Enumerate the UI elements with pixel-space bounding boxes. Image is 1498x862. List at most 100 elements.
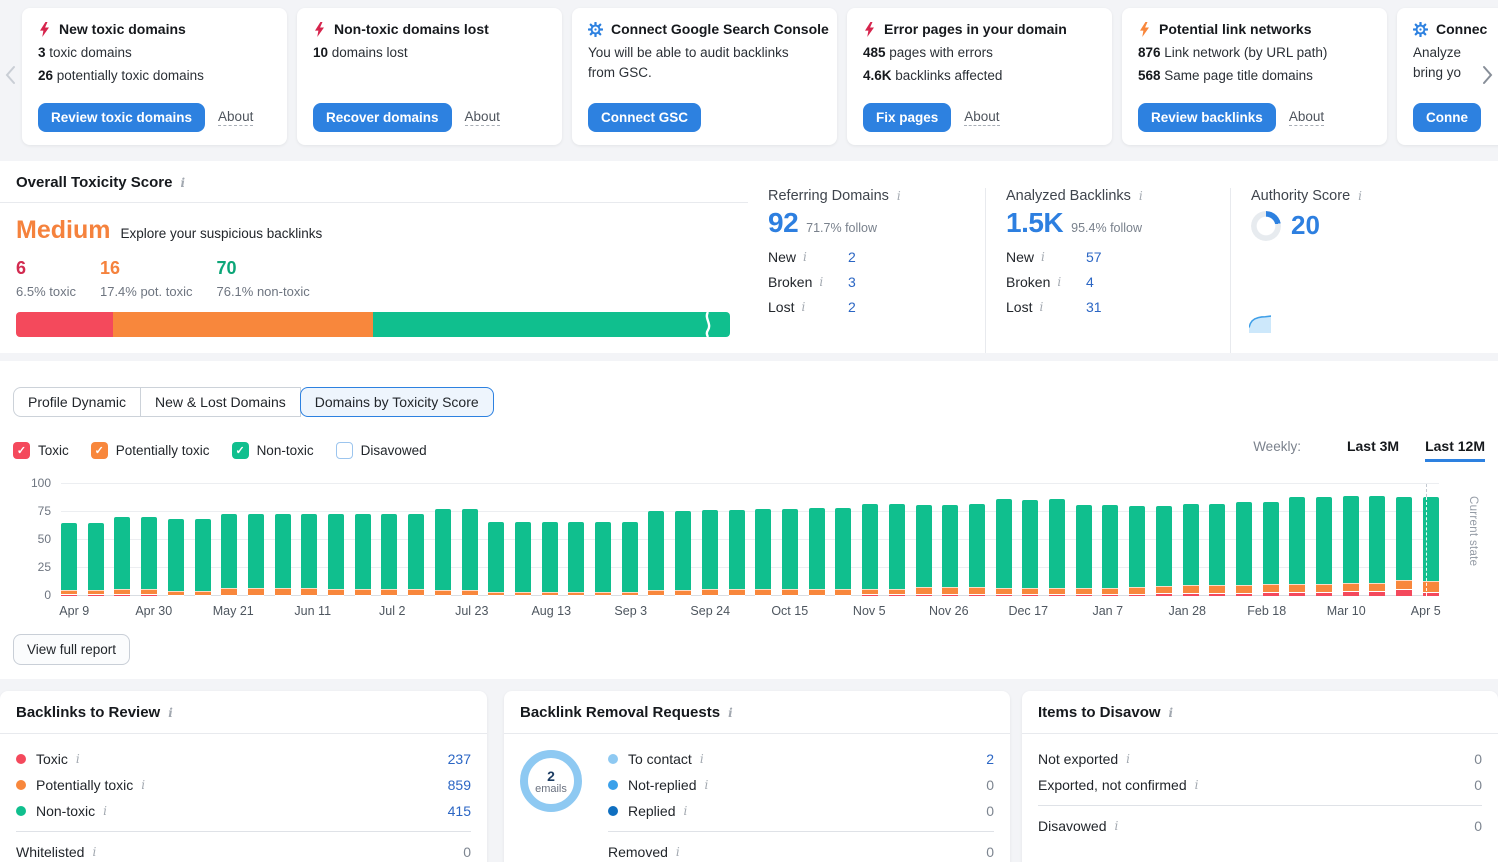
chart-bar[interactable] xyxy=(1236,502,1252,596)
chart-bar[interactable] xyxy=(969,504,985,596)
chart-bar[interactable] xyxy=(568,522,584,596)
info-icon[interactable]: i xyxy=(802,251,808,263)
chart-bar[interactable] xyxy=(328,514,344,596)
chart-bar[interactable] xyxy=(301,514,317,596)
info-icon[interactable]: i xyxy=(1113,820,1119,832)
chart-bar[interactable] xyxy=(1343,496,1359,596)
chart-bar[interactable] xyxy=(916,505,932,596)
info-icon[interactable]: i xyxy=(91,846,97,858)
chart-bar[interactable] xyxy=(1183,504,1199,596)
period-option-last-12m[interactable]: Last 12M xyxy=(1425,438,1485,462)
legend-checkbox-potentially-toxic[interactable]: ✓Potentially toxic xyxy=(91,442,210,459)
chart-bar[interactable] xyxy=(675,511,691,596)
info-icon[interactable]: i xyxy=(179,177,186,189)
info-icon[interactable]: i xyxy=(699,753,705,765)
chart-bar[interactable] xyxy=(1022,500,1038,596)
chart-bar[interactable] xyxy=(622,522,638,596)
chart-bar[interactable] xyxy=(141,517,157,597)
chart-bar[interactable] xyxy=(488,522,504,596)
info-icon[interactable]: i xyxy=(703,779,709,791)
chart-bar[interactable] xyxy=(996,499,1012,596)
info-icon[interactable]: i xyxy=(1138,190,1144,202)
info-icon[interactable]: i xyxy=(1040,251,1046,263)
chart-bar[interactable] xyxy=(114,517,130,597)
carousel-prev-button[interactable] xyxy=(1,62,19,88)
alert-card-action-button[interactable]: Conne xyxy=(1413,103,1481,132)
tab-domains-by-toxicity-score[interactable]: Domains by Toxicity Score xyxy=(300,387,494,417)
chart-bar[interactable] xyxy=(862,504,878,596)
chart-bar[interactable] xyxy=(515,522,531,596)
chart-bar[interactable] xyxy=(1209,504,1225,596)
info-icon[interactable]: i xyxy=(1168,707,1175,719)
chart-bar[interactable] xyxy=(221,514,237,596)
info-icon[interactable]: i xyxy=(140,779,146,791)
alert-card-action-button[interactable]: Connect GSC xyxy=(588,103,701,132)
info-icon[interactable]: i xyxy=(675,846,681,858)
metric-value-link[interactable]: 31 xyxy=(1086,299,1102,315)
chart-bar[interactable] xyxy=(542,522,558,596)
about-link[interactable]: About xyxy=(964,109,999,126)
chart-bar[interactable] xyxy=(462,509,478,596)
chart-bar[interactable] xyxy=(275,514,291,596)
tab-new-lost-domains[interactable]: New & Lost Domains xyxy=(140,387,301,417)
chart-bar[interactable] xyxy=(88,523,104,596)
row-value[interactable]: 859 xyxy=(448,777,471,793)
row-value[interactable]: 237 xyxy=(448,751,471,767)
chart-bar[interactable] xyxy=(835,508,851,596)
chart-bar[interactable] xyxy=(809,508,825,596)
info-icon[interactable]: i xyxy=(75,753,81,765)
chart-bar[interactable] xyxy=(889,504,905,596)
tab-profile-dynamic[interactable]: Profile Dynamic xyxy=(13,387,141,417)
chart-bar[interactable] xyxy=(1396,497,1412,596)
chart-bar[interactable] xyxy=(702,510,718,596)
info-icon[interactable]: i xyxy=(1056,276,1062,288)
info-icon[interactable]: i xyxy=(818,276,824,288)
chart-bar[interactable] xyxy=(1076,505,1092,596)
chart-bar[interactable] xyxy=(408,514,424,596)
chart-bar[interactable] xyxy=(1102,505,1118,596)
metric-value-link[interactable]: 3 xyxy=(848,274,856,290)
info-icon[interactable]: i xyxy=(167,707,174,719)
alert-card-action-button[interactable]: Fix pages xyxy=(863,103,951,132)
chart-bar[interactable] xyxy=(1263,502,1279,596)
about-link[interactable]: About xyxy=(465,109,500,126)
about-link[interactable]: About xyxy=(218,109,253,126)
info-icon[interactable]: i xyxy=(727,707,734,719)
chart-bar[interactable] xyxy=(435,509,451,596)
chart-bar[interactable] xyxy=(1129,506,1145,596)
metric-value-link[interactable]: 2 xyxy=(848,249,856,265)
chart-bar[interactable] xyxy=(648,511,664,596)
chart-bar[interactable] xyxy=(595,522,611,596)
metric-value-link[interactable]: 57 xyxy=(1086,249,1102,265)
metric-value-link[interactable]: 4 xyxy=(1086,274,1094,290)
info-icon[interactable]: i xyxy=(1357,190,1363,202)
chart-bar[interactable] xyxy=(248,514,264,596)
chart-bar[interactable] xyxy=(1289,497,1305,596)
carousel-next-button[interactable] xyxy=(1478,62,1496,88)
period-option-last-3m[interactable]: Last 3M xyxy=(1347,438,1399,462)
chart-bar[interactable] xyxy=(729,510,745,596)
chart-bar[interactable] xyxy=(381,514,397,596)
info-icon[interactable]: i xyxy=(682,805,688,817)
legend-checkbox-disavowed[interactable]: Disavowed xyxy=(336,442,427,459)
chart-bar[interactable] xyxy=(168,519,184,596)
chart-bar[interactable] xyxy=(1049,499,1065,596)
chart-bar[interactable] xyxy=(195,519,211,596)
info-icon[interactable]: i xyxy=(896,190,902,202)
legend-checkbox-toxic[interactable]: ✓Toxic xyxy=(13,442,69,459)
info-icon[interactable]: i xyxy=(102,805,108,817)
about-link[interactable]: About xyxy=(1289,109,1324,126)
info-icon[interactable]: i xyxy=(800,301,806,313)
chart-bar[interactable] xyxy=(1369,496,1385,596)
chart-bar[interactable] xyxy=(355,514,371,596)
view-full-report-button[interactable]: View full report xyxy=(13,634,130,665)
chart-bar[interactable] xyxy=(1316,497,1332,596)
alert-card-action-button[interactable]: Recover domains xyxy=(313,103,452,132)
chart-bar[interactable] xyxy=(942,505,958,596)
alert-card-action-button[interactable]: Review backlinks xyxy=(1138,103,1276,132)
chart-bar[interactable] xyxy=(61,523,77,596)
chart-bar[interactable] xyxy=(755,509,771,596)
row-value[interactable]: 415 xyxy=(448,803,471,819)
legend-checkbox-non-toxic[interactable]: ✓Non-toxic xyxy=(232,442,314,459)
chart-bar[interactable] xyxy=(1156,506,1172,596)
